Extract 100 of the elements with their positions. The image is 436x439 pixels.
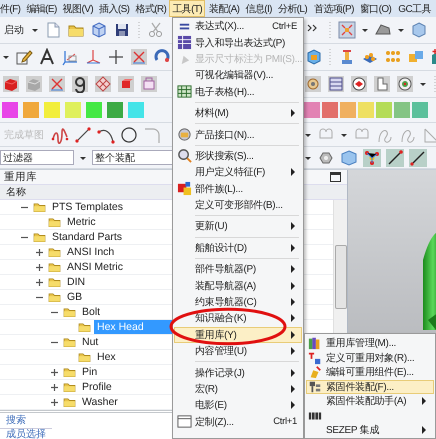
menu-bar-item[interactable]: 格式(R) (132, 0, 170, 17)
menu-item[interactable]: 重用库管理(M)... (306, 336, 434, 350)
menu-bar-item[interactable]: 工具(T) (169, 0, 206, 17)
expand-icon[interactable] (50, 382, 59, 392)
menu-item[interactable]: 材料(M) (174, 104, 302, 122)
fit-view-icon[interactable] (338, 21, 356, 39)
menu-item[interactable]: 可视化编辑器(V)... (174, 67, 302, 84)
tree-item[interactable]: DIN (64, 275, 88, 289)
color-swatch[interactable] (65, 102, 81, 118)
menu-bar-item[interactable]: 信息(I) (242, 0, 275, 17)
menu-bar-item[interactable]: 装配(A) (206, 0, 242, 17)
view-cube-icon[interactable] (410, 21, 428, 39)
tree-item[interactable]: Metric (64, 215, 99, 229)
menu-item[interactable]: 形状搜索(S)... (174, 148, 302, 164)
menu-item[interactable]: 导入和导出表达式(P) (174, 34, 302, 51)
tree-item[interactable]: PTS Templates (49, 200, 126, 214)
menu-bar-item[interactable]: 件(F) (0, 0, 24, 17)
sketch-icon[interactable] (15, 48, 33, 66)
menu-item[interactable]: 产品接口(N)... (174, 126, 302, 143)
tree-item[interactable]: Bolt (79, 305, 104, 319)
scope-dropdown[interactable]: 整个装配 (92, 150, 172, 165)
tree-item[interactable]: Standard Parts (49, 230, 126, 244)
menu-bar-item[interactable]: 插入(S) (96, 0, 132, 17)
datum-icon[interactable] (130, 48, 148, 66)
menu-item[interactable]: 部件导航器(P) (174, 261, 302, 278)
expand-icon[interactable] (35, 278, 44, 286)
scissors-icon[interactable] (147, 21, 165, 39)
menu-item[interactable]: 定义可变形部件(B)... (174, 196, 302, 214)
spline-icon[interactable] (51, 126, 69, 144)
tree-item[interactable]: GB (64, 290, 86, 304)
color-swatch[interactable] (304, 102, 320, 118)
circle-icon[interactable] (120, 126, 138, 144)
dial-icon[interactable] (350, 75, 368, 93)
solid-icon[interactable] (117, 75, 135, 93)
menu-item[interactable]: 内容管理(U) (174, 343, 302, 360)
cube-icon[interactable] (90, 21, 108, 39)
menu-bar-item[interactable]: 编辑(E) (23, 0, 60, 17)
shaded-cube-icon[interactable] (340, 148, 358, 166)
color-swatch[interactable] (340, 102, 356, 118)
tree-item[interactable]: Hex (94, 350, 119, 364)
maximize-icon[interactable] (330, 172, 341, 182)
line-icon[interactable] (74, 126, 92, 144)
color-swatch[interactable] (376, 102, 392, 118)
tree-item[interactable]: ANSI Inch (64, 245, 118, 259)
color-swatch[interactable] (322, 102, 338, 118)
column-header[interactable]: 名称 (0, 185, 172, 199)
menu-bar-item[interactable]: 视图(V) (60, 0, 96, 17)
menu-bar-item[interactable]: 窗口(O) (356, 0, 394, 17)
color-swatch[interactable] (128, 102, 144, 118)
menu-bar-item[interactable]: 分析(L) (274, 0, 310, 17)
tree-item[interactable]: ANSI Metric (64, 260, 126, 274)
hook-icon[interactable] (71, 75, 89, 93)
menu-item[interactable]: 操作记录(J) (174, 364, 302, 381)
menu-item[interactable]: 紧固件装配助手(A) (306, 394, 434, 408)
expand-icon[interactable] (35, 248, 44, 256)
line-tool-icon[interactable] (409, 148, 427, 166)
tree-item[interactable]: Profile (79, 380, 115, 394)
search-link[interactable]: 搜索 (0, 413, 32, 428)
mold-icon[interactable] (327, 75, 345, 93)
color-swatch[interactable] (394, 102, 410, 118)
menu-item[interactable]: 船舶设计(D) (174, 240, 302, 256)
network-icon[interactable] (363, 148, 381, 166)
menu-item[interactable]: 知识融合(K) (174, 310, 302, 327)
menu-item[interactable]: 宏(R) (174, 380, 302, 398)
block-icon[interactable] (2, 75, 20, 93)
pattern-icon[interactable] (94, 75, 112, 93)
menu-item[interactable]: 紧固件装配(F)... (306, 380, 434, 394)
datum-icon[interactable] (48, 75, 66, 93)
target-icon[interactable] (396, 75, 414, 93)
menu-item[interactable]: 电影(E) (174, 397, 302, 414)
expand-icon[interactable] (50, 398, 59, 406)
menu-item[interactable]: 约束导航器(C) (174, 294, 302, 310)
menu-item[interactable]: SEZEP 集成 (306, 423, 434, 438)
tree-item[interactable]: Washer (79, 395, 121, 409)
note-icon[interactable] (38, 48, 56, 66)
bracket-icon[interactable] (373, 75, 391, 93)
menu-item[interactable]: 部件族(L)... (174, 180, 302, 197)
color-swatch[interactable] (358, 102, 374, 118)
color-swatch[interactable] (412, 102, 428, 118)
tree-item[interactable]: Nut (79, 335, 102, 349)
gear-icon[interactable] (304, 75, 322, 93)
menu-item[interactable]: 定义可重用对象(R)... (306, 350, 434, 365)
menu-item[interactable]: 装配导航器(A) (174, 277, 302, 294)
menu-item[interactable]: 编辑可重用组件(E)... (306, 365, 434, 380)
color-swatch[interactable] (44, 102, 60, 118)
color-swatch[interactable] (2, 102, 18, 118)
crosshair-icon[interactable] (107, 48, 125, 66)
menu-item[interactable]: 更新(U) (174, 218, 302, 235)
axes-icon[interactable] (61, 48, 79, 66)
expand-icon[interactable] (35, 262, 44, 272)
axes-icon[interactable] (84, 48, 102, 66)
menu-item[interactable]: 用户定义特征(F) (174, 164, 302, 181)
save-icon[interactable] (113, 21, 131, 39)
menu-bar-item[interactable]: GC工具 (395, 0, 434, 17)
color-swatch[interactable] (23, 102, 39, 118)
start-button[interactable]: 启动 (2, 23, 26, 37)
color-swatch[interactable] (86, 102, 102, 118)
expand-icon[interactable] (50, 368, 59, 376)
menu-item[interactable]: 电子表格(H)... (174, 84, 302, 100)
color-swatch[interactable] (107, 102, 123, 118)
